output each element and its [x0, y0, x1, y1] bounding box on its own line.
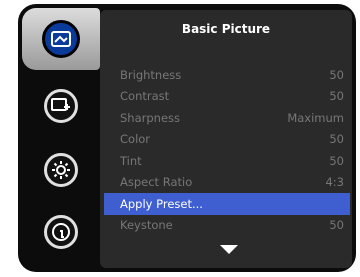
- picture-icon: [42, 20, 80, 58]
- scroll-down-arrow-icon[interactable]: [220, 245, 238, 254]
- setting-label: Tint: [120, 153, 142, 168]
- setting-label: Brightness: [120, 67, 182, 82]
- tab-info[interactable]: [26, 204, 96, 260]
- tab-settings[interactable]: [26, 142, 96, 198]
- setting-value: 50: [329, 67, 344, 82]
- settings-list: Brightness 50 Contrast 50 Sharpness Maxi…: [104, 64, 350, 236]
- setting-sharpness[interactable]: Sharpness Maximum: [104, 107, 350, 129]
- setting-label: Color: [120, 132, 151, 147]
- setting-tint[interactable]: Tint 50: [104, 150, 350, 172]
- setting-aspect-ratio[interactable]: Aspect Ratio 4:3: [104, 172, 350, 194]
- setting-keystone[interactable]: Keystone 50: [104, 215, 350, 237]
- setting-value: 50: [329, 153, 344, 168]
- advanced-picture-icon: [44, 89, 78, 123]
- tab-picture[interactable]: [22, 8, 100, 70]
- setting-value: 50: [329, 218, 344, 233]
- setting-brightness[interactable]: Brightness 50: [104, 64, 350, 86]
- tab-advanced-picture[interactable]: [26, 78, 96, 134]
- setting-label: Sharpness: [120, 110, 181, 125]
- setting-value: 50: [329, 132, 344, 147]
- osd-menu: Basic Picture Brightness 50 Contrast 50 …: [0, 0, 360, 277]
- setting-label: Contrast: [120, 89, 170, 104]
- setting-contrast[interactable]: Contrast 50: [104, 86, 350, 108]
- menu-title: Basic Picture: [181, 22, 271, 36]
- settings-icon: [44, 153, 78, 187]
- setting-value: 4:3: [325, 175, 344, 190]
- setting-value: Maximum: [287, 110, 344, 125]
- setting-label: Apply Preset...: [120, 196, 203, 211]
- setting-label: Keystone: [120, 218, 173, 233]
- setting-color[interactable]: Color 50: [104, 129, 350, 151]
- setting-label: Aspect Ratio: [120, 175, 193, 190]
- setting-value: 50: [329, 89, 344, 104]
- setting-apply-preset[interactable]: Apply Preset...: [104, 193, 350, 215]
- info-icon: [44, 215, 78, 249]
